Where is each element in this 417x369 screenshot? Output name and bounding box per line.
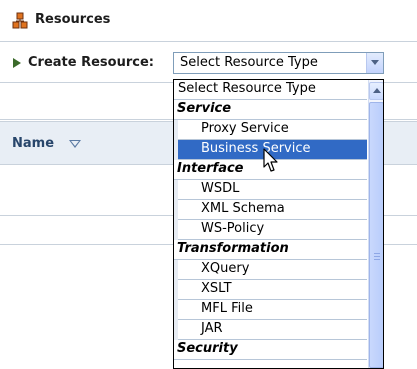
option-xml-schema[interactable]: XML Schema <box>174 200 367 220</box>
option-jar[interactable]: JAR <box>174 320 367 340</box>
resources-icon <box>12 12 28 29</box>
grip-line <box>374 259 380 260</box>
option-xslt[interactable]: XSLT <box>174 280 367 300</box>
scroll-thumb[interactable] <box>369 102 383 368</box>
option-proxy-service[interactable]: Proxy Service <box>174 120 367 140</box>
mouse-cursor-icon <box>263 148 278 172</box>
grip-line <box>374 256 380 257</box>
group-transformation: Transformation <box>174 240 367 260</box>
page-title: Resources <box>35 12 111 27</box>
option-select-resource-type[interactable]: Select Resource Type <box>174 80 367 100</box>
select-value: Select Resource Type <box>180 55 318 70</box>
chevron-down-icon[interactable] <box>366 53 383 73</box>
option-mfl-file[interactable]: MFL File <box>174 300 367 320</box>
resources-panel: Resources Create Resource: Name Select R… <box>0 0 417 369</box>
group-security: Security <box>174 340 367 360</box>
dropdown-scrollbar[interactable] <box>368 80 383 368</box>
group-service: Service <box>174 100 367 120</box>
resource-type-dropdown[interactable]: Select Resource Type Service Proxy Servi… <box>173 79 384 369</box>
triangle-right-icon[interactable] <box>13 58 21 68</box>
resource-type-select[interactable]: Select Resource Type <box>173 52 384 74</box>
name-column-header[interactable]: Name <box>12 136 54 151</box>
scroll-up-icon[interactable] <box>369 82 383 100</box>
dropdown-list: Select Resource Type Service Proxy Servi… <box>174 80 367 360</box>
create-resource-label: Create Resource: <box>28 55 154 70</box>
grip-line <box>374 253 380 254</box>
sort-down-icon[interactable] <box>69 140 81 148</box>
option-wsdl[interactable]: WSDL <box>174 180 367 200</box>
option-xquery[interactable]: XQuery <box>174 260 367 280</box>
option-ws-policy[interactable]: WS-Policy <box>174 220 367 240</box>
resources-header: Resources <box>0 0 417 42</box>
